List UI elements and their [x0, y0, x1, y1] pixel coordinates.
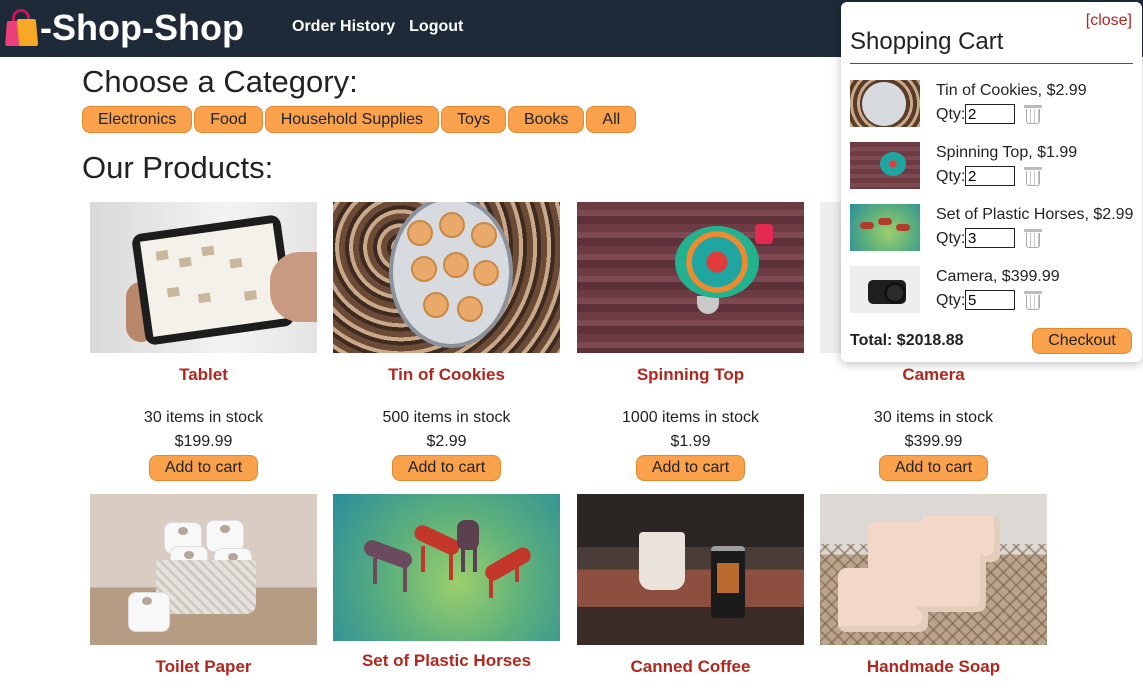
brand[interactable]: -Shop-Shop	[4, 6, 244, 50]
add-to-cart-button[interactable]: Add to cart	[636, 455, 745, 481]
qty-label: Qty:	[936, 230, 966, 247]
qty-input[interactable]	[965, 166, 1015, 186]
cart-item: Set of Plastic Horses, $2.99 Qty:	[850, 204, 1140, 252]
product-name[interactable]: Canned Coffee	[577, 657, 804, 677]
product-price: $2.99	[426, 433, 467, 450]
category-household-supplies[interactable]: Household Supplies	[264, 106, 440, 133]
cart-divider	[850, 63, 1133, 64]
cart-item-image	[850, 142, 920, 189]
product-stock: 30 items in stock	[873, 409, 994, 426]
cart-close-link[interactable]: [close]	[1086, 12, 1132, 30]
qty-label: Qty:	[936, 292, 966, 309]
qty-input[interactable]	[965, 290, 1015, 310]
product-name[interactable]: Toilet Paper	[90, 657, 317, 677]
product-name[interactable]: Spinning Top	[577, 365, 804, 385]
cart-item-title: Set of Plastic Horses, $2.99	[936, 206, 1134, 223]
qty-input[interactable]	[965, 228, 1015, 248]
page: -Shop-Shop Order History Logout Choose a…	[0, 0, 1143, 698]
product-card: Handmade Soap	[820, 494, 1047, 677]
product-image[interactable]	[577, 494, 804, 645]
trash-icon[interactable]	[1024, 291, 1042, 311]
category-heading: Choose a Category:	[82, 64, 358, 99]
cart-item-title: Spinning Top, $1.99	[936, 144, 1078, 161]
product-stock: 30 items in stock	[143, 409, 264, 426]
nav-links: Order History Logout	[292, 18, 463, 36]
product-image[interactable]	[90, 494, 317, 645]
brand-title: -Shop-Shop	[40, 7, 244, 48]
product-stock: 500 items in stock	[382, 409, 511, 426]
cart-item-title: Camera, $399.99	[936, 268, 1060, 285]
cart-item-image	[850, 80, 920, 127]
cart-title: Shopping Cart	[850, 28, 1004, 55]
category-all[interactable]: All	[586, 106, 637, 133]
cart-item: Spinning Top, $1.99 Qty:	[850, 142, 1140, 190]
cart-total: Total: $2018.88	[850, 332, 964, 349]
product-stock: 1000 items in stock	[622, 409, 759, 426]
product-name[interactable]: Tablet	[90, 365, 317, 385]
trash-icon[interactable]	[1024, 167, 1042, 187]
shopping-cart-panel: [close] Shopping Cart Tin of Cookies, $2…	[841, 2, 1142, 362]
product-price: $199.99	[174, 433, 233, 450]
product-price: $1.99	[670, 433, 711, 450]
cart-item-image	[850, 266, 920, 313]
product-card: Toilet Paper	[90, 494, 317, 677]
product-price: $399.99	[904, 433, 963, 450]
product-card: Canned Coffee	[577, 494, 804, 677]
add-to-cart-button[interactable]: Add to cart	[149, 455, 258, 481]
product-name[interactable]: Tin of Cookies	[333, 365, 560, 385]
category-books[interactable]: Books	[507, 106, 585, 133]
trash-icon[interactable]	[1024, 229, 1042, 249]
product-card: Tin of Cookies 500 items in stock $2.99 …	[333, 202, 560, 481]
product-card: Set of Plastic Horses	[333, 494, 560, 671]
product-card: Spinning Top 1000 items in stock $1.99 A…	[577, 202, 804, 481]
shopping-bags-icon	[4, 9, 39, 47]
product-name[interactable]: Set of Plastic Horses	[333, 651, 560, 671]
checkout-button[interactable]: Checkout	[1032, 328, 1132, 354]
add-to-cart-button[interactable]: Add to cart	[879, 455, 988, 481]
product-name[interactable]: Camera	[820, 365, 1047, 385]
add-to-cart-button[interactable]: Add to cart	[392, 455, 501, 481]
cart-item-image	[850, 204, 920, 251]
product-image[interactable]	[820, 494, 1047, 645]
category-buttons: Electronics Food Household Supplies Toys…	[82, 106, 637, 133]
cart-item: Camera, $399.99 Qty:	[850, 266, 1140, 314]
qty-label: Qty:	[936, 106, 966, 123]
product-image[interactable]	[577, 202, 804, 353]
category-toys[interactable]: Toys	[441, 106, 506, 133]
cart-item-title: Tin of Cookies, $2.99	[936, 82, 1087, 99]
product-card: Tablet 30 items in stock $199.99 Add to …	[90, 202, 317, 481]
nav-logout[interactable]: Logout	[409, 18, 463, 36]
category-electronics[interactable]: Electronics	[82, 106, 193, 133]
trash-icon[interactable]	[1024, 105, 1042, 125]
product-image[interactable]	[90, 202, 317, 353]
qty-label: Qty:	[936, 168, 966, 185]
qty-input[interactable]	[965, 104, 1015, 124]
product-name[interactable]: Handmade Soap	[820, 657, 1047, 677]
cart-item: Tin of Cookies, $2.99 Qty:	[850, 80, 1140, 128]
products-heading: Our Products:	[82, 150, 274, 185]
category-food[interactable]: Food	[194, 106, 263, 133]
product-image[interactable]	[333, 202, 560, 353]
product-image[interactable]	[333, 494, 560, 641]
nav-order-history[interactable]: Order History	[292, 18, 395, 36]
